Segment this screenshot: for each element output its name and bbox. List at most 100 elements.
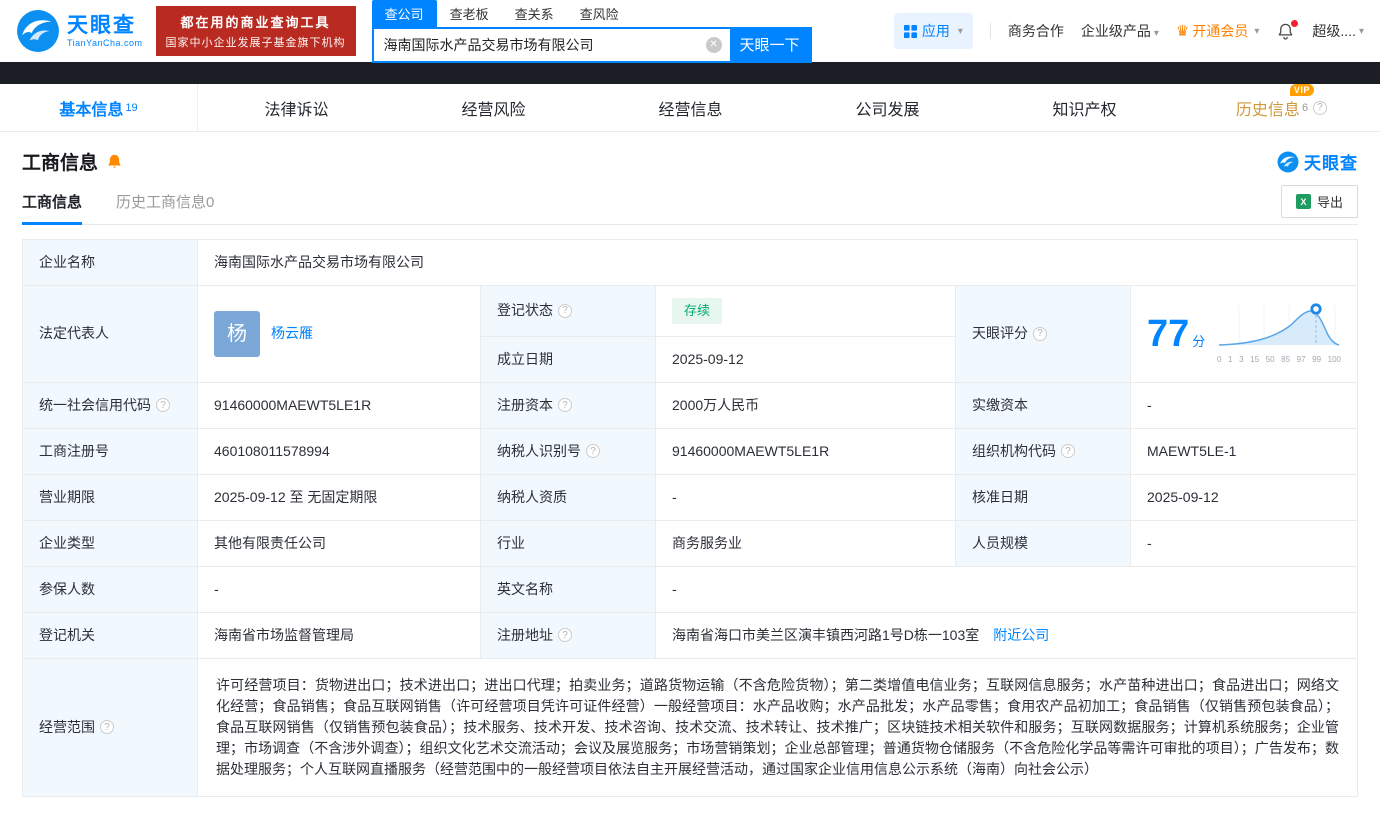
tianyancha-logo-icon: [17, 10, 59, 52]
tab-label: 经营风险: [461, 101, 526, 119]
table-row: 企业类型 其他有限责任公司 行业 商务服务业 人员规模 -: [22, 519, 1358, 567]
subtab-history-business-info[interactable]: 历史工商信息0: [116, 179, 214, 224]
tab-label: 公司发展: [855, 101, 920, 119]
table-row: 参保人数 - 英文名称 -: [22, 565, 1358, 613]
tab-label: 法律诉讼: [264, 101, 329, 119]
nav-open-vip-label: 开通会员: [1192, 23, 1249, 39]
reg-number-value: 460108011578994: [197, 427, 481, 475]
section-title: 工商信息: [22, 153, 99, 174]
tab-company-development[interactable]: 公司发展: [789, 84, 986, 131]
tab-history-info[interactable]: 历史信息 VIP 6 ?: [1183, 83, 1380, 131]
subtab-business-info[interactable]: 工商信息: [22, 179, 83, 225]
main-content: 工商信息 天眼查 工商信息 历史工商信息0 X 导出 企业名称 海南国际水产品交…: [0, 132, 1380, 797]
score-label: 天眼评分?: [955, 285, 1131, 383]
help-icon[interactable]: ?: [586, 444, 600, 458]
clear-search-icon[interactable]: ✕: [705, 36, 722, 53]
nav-enterprise-products-label: 企业级产品: [1080, 23, 1151, 39]
taxpayer-quality-label: 纳税人资质: [480, 473, 656, 521]
help-icon[interactable]: ?: [1033, 326, 1047, 341]
insured-label: 参保人数: [22, 565, 198, 613]
tab-count: 6: [1301, 101, 1309, 114]
export-button[interactable]: X 导出: [1280, 185, 1358, 218]
tianyancha-logo-icon: [1277, 151, 1299, 172]
tab-label: 知识产权: [1052, 101, 1117, 119]
insured-value: -: [197, 565, 481, 613]
nav-open-vip[interactable]: ♛ 开通会员 ▾: [1176, 21, 1259, 41]
business-term-value: 2025-09-12 至 无固定期限: [197, 473, 481, 521]
tab-history-info-label: 历史信息: [1235, 101, 1300, 119]
legal-rep-link[interactable]: 杨云雁: [271, 323, 313, 344]
help-icon[interactable]: ?: [1313, 100, 1328, 115]
nav-divider: [989, 23, 991, 39]
search-tab-relation[interactable]: 查关系: [502, 0, 567, 27]
grid-icon: [903, 24, 917, 38]
subscribe-bell-icon[interactable]: [106, 153, 123, 170]
slogan-line1: 都在用的商业查询工具: [180, 15, 331, 30]
taxpayer-id-value: 91460000MAEWT5LE1R: [655, 427, 956, 475]
tab-basic-info[interactable]: 基本信息 19: [0, 84, 198, 131]
notification-bell-icon[interactable]: [1276, 19, 1299, 41]
legal-rep-avatar[interactable]: 杨: [214, 310, 260, 357]
taxpayer-quality-value: -: [655, 473, 956, 521]
apps-button[interactable]: 应用 ▾: [893, 13, 973, 49]
chevron-down-icon: ▾: [957, 25, 963, 37]
excel-icon: X: [1295, 194, 1311, 209]
search-box: ✕ 天眼一下: [371, 26, 812, 63]
search-area: 查公司 查老板 查关系 查风险 ✕ 天眼一下: [371, 0, 812, 63]
scope-value: 许可经营项目：货物进出口；技术进出口；进出口代理；拍卖业务；道路货物运输（不含危…: [197, 657, 1358, 797]
score-number: 77 分: [1147, 315, 1205, 353]
vip-badge: VIP: [1289, 83, 1314, 96]
section-header: 工商信息 天眼查: [22, 132, 1358, 179]
tianyancha-logo[interactable]: 天眼查 TianYanCha.com: [16, 9, 143, 53]
table-row: 统一社会信用代码? 91460000MAEWT5LE1R 注册资本? 2000万…: [22, 381, 1358, 429]
search-tabs: 查公司 查老板 查关系 查风险: [371, 0, 812, 27]
credit-code-value: 91460000MAEWT5LE1R: [197, 381, 481, 429]
help-icon[interactable]: ?: [1061, 444, 1075, 458]
search-tab-risk[interactable]: 查风险: [567, 0, 632, 27]
nav-enterprise-products[interactable]: 企业级产品 ▾: [1081, 21, 1159, 41]
tab-operation-info[interactable]: 经营信息: [592, 84, 789, 131]
table-row: 营业期限 2025-09-12 至 无固定期限 纳税人资质 - 核准日期 202…: [22, 473, 1358, 521]
table-row: 法定代表人 杨 杨云雁 登记状态? 存续 天眼评分? 77 分 0 1 3 15…: [22, 285, 1358, 383]
search-tab-company[interactable]: 查公司: [371, 0, 437, 27]
credit-code-label-text: 统一社会信用代码: [39, 396, 151, 413]
score-unit: 分: [1192, 333, 1206, 349]
staff-size-value: -: [1130, 519, 1358, 567]
help-icon[interactable]: ?: [156, 398, 170, 412]
reg-capital-label: 注册资本?: [480, 381, 656, 429]
search-button[interactable]: 天眼一下: [729, 28, 810, 61]
tab-legal-proceedings[interactable]: 法律诉讼: [198, 84, 395, 131]
search-input[interactable]: [373, 28, 706, 61]
reg-status-label: 登记状态?: [480, 285, 656, 337]
address-label-text: 注册地址: [497, 626, 553, 643]
reg-authority-value: 海南省市场监督管理局: [197, 611, 481, 659]
tab-intellectual-property[interactable]: 知识产权: [986, 84, 1183, 131]
org-code-label-text: 组织机构代码: [972, 442, 1056, 459]
company-name-label: 企业名称: [22, 239, 198, 286]
reg-authority-label: 登记机关: [22, 611, 198, 659]
paid-capital-value: -: [1130, 381, 1358, 429]
help-icon[interactable]: ?: [558, 628, 572, 642]
nav-business-cooperation[interactable]: 商务合作: [1008, 21, 1064, 41]
crown-icon: ♛: [1175, 23, 1190, 40]
help-icon[interactable]: ?: [558, 398, 572, 412]
nearby-companies-link[interactable]: 附近公司: [993, 627, 1049, 643]
help-icon[interactable]: ?: [558, 303, 572, 318]
help-icon[interactable]: ?: [100, 720, 114, 734]
main-tab-bar: 基本信息 19 法律诉讼 经营风险 经营信息 公司发展 知识产权 历史信息 VIP …: [0, 83, 1380, 132]
business-info-table: 企业名称 海南国际水产品交易市场有限公司 法定代表人 杨 杨云雁 登记状态? 存…: [22, 239, 1358, 797]
nav-super-vip[interactable]: 超级.... ▾: [1312, 21, 1364, 41]
tab-operation-risk[interactable]: 经营风险: [395, 84, 592, 131]
search-tab-boss[interactable]: 查老板: [437, 0, 502, 27]
address-value: 海南省海口市美兰区演丰镇西河路1号D栋一103室 附近公司: [655, 611, 1358, 659]
apps-button-label: 应用: [921, 23, 950, 39]
legal-rep-label: 法定代表人: [22, 285, 198, 383]
table-row: 企业名称 海南国际水产品交易市场有限公司: [22, 239, 1358, 286]
chevron-down-icon: ▾: [1358, 25, 1364, 37]
taxpayer-id-label-text: 纳税人识别号: [497, 442, 581, 459]
industry-label: 行业: [480, 519, 656, 567]
established-value: 2025-09-12: [655, 335, 956, 383]
notification-dot: [1291, 19, 1299, 27]
english-name-value: -: [655, 565, 1358, 613]
business-term-label: 营业期限: [22, 473, 198, 521]
